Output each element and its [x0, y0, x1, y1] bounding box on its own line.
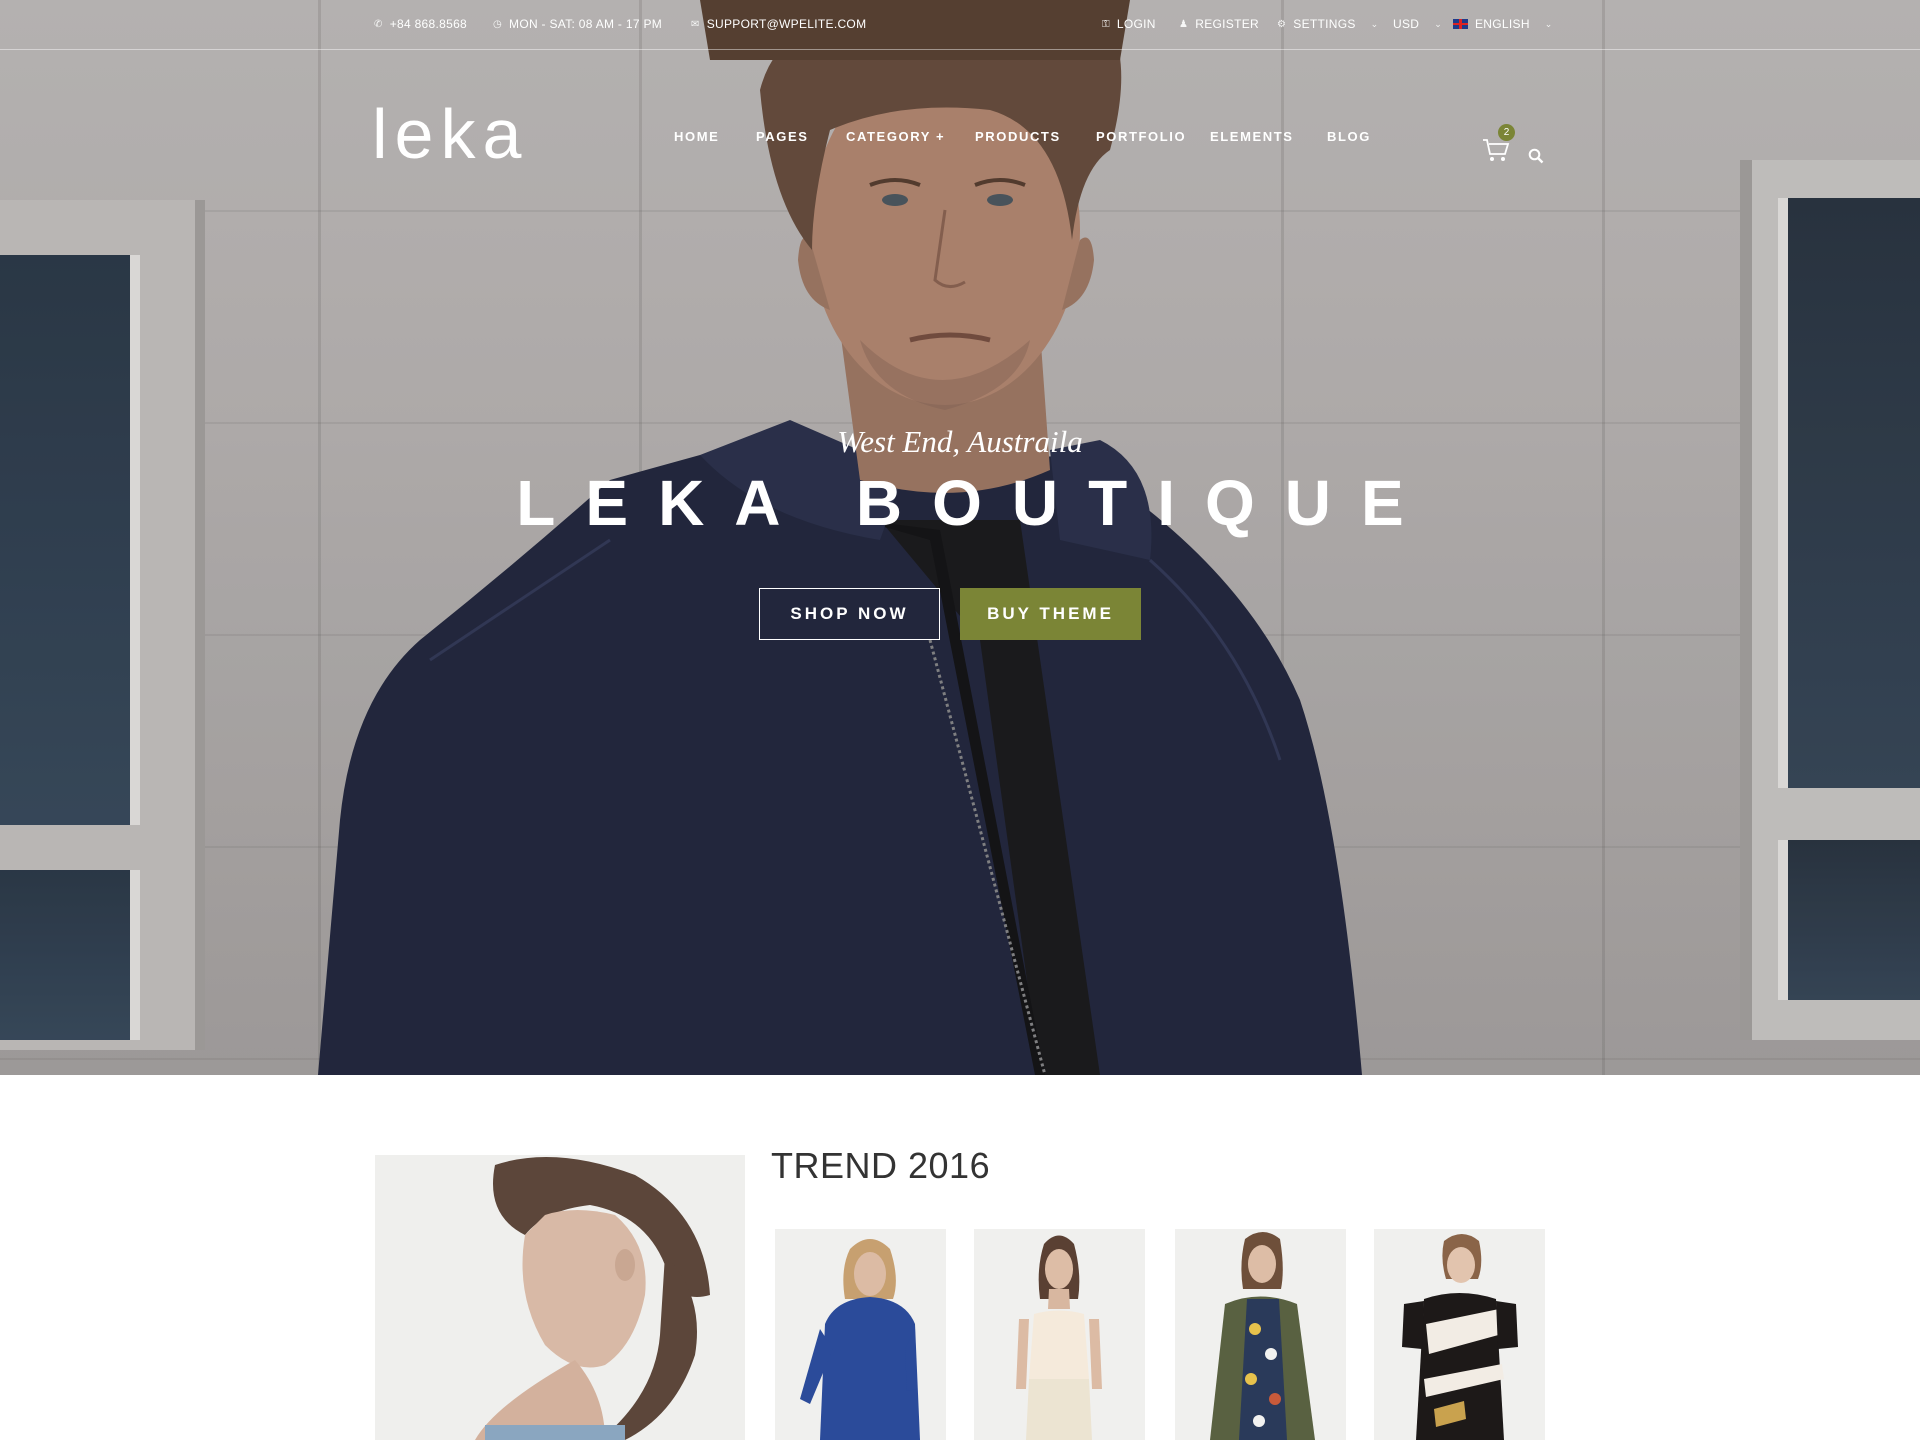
register-label[interactable]: REGISTER: [1195, 17, 1259, 31]
user-icon: ♟: [1179, 18, 1189, 30]
phone-number: +84 868.8568: [389, 17, 468, 31]
chevron-down-icon: ⌄: [1544, 18, 1553, 29]
nav-home[interactable]: HOME: [674, 129, 719, 144]
product-card[interactable]: [1374, 1229, 1545, 1440]
uk-flag-icon: [1453, 19, 1468, 29]
language-dropdown[interactable]: ENGLISH ⌄: [1453, 17, 1553, 31]
settings-dropdown[interactable]: ⚙ SETTINGS ⌄: [1277, 17, 1379, 31]
nav-category[interactable]: CATEGORY +: [846, 129, 945, 144]
support-email[interactable]: SUPPORT@WPELITE.COM: [707, 17, 867, 31]
envelope-icon: ✉: [691, 18, 700, 30]
trend-feature-image[interactable]: [375, 1155, 745, 1440]
settings-label[interactable]: SETTINGS: [1293, 17, 1355, 31]
nav-blog[interactable]: BLOG: [1327, 129, 1371, 144]
currency-label[interactable]: USD: [1393, 17, 1419, 31]
hero-title: LEKA BOUTIQUE: [516, 467, 1434, 539]
trend-title: TREND 2016: [771, 1145, 991, 1186]
chevron-down-icon: ⌄: [1370, 18, 1379, 29]
site-logo[interactable]: leka: [372, 94, 528, 174]
email-info[interactable]: ✉ SUPPORT@WPELITE.COM: [691, 17, 866, 31]
buy-theme-button[interactable]: BUY THEME: [960, 588, 1141, 640]
product-image: [1175, 1229, 1346, 1440]
chevron-down-icon: ⌄: [1434, 18, 1443, 29]
hours-info: ◷ MON - SAT: 08 AM - 17 PM: [493, 17, 662, 31]
shop-now-button[interactable]: SHOP NOW: [759, 588, 940, 640]
clock-icon: ◷: [493, 18, 503, 30]
product-image: [775, 1229, 946, 1440]
product-image: [974, 1229, 1145, 1440]
phone-info: ✆ +84 868.8568: [374, 17, 467, 31]
opening-hours: MON - SAT: 08 AM - 17 PM: [509, 17, 663, 31]
gear-icon: ⚙: [1277, 18, 1287, 30]
login-link[interactable]: ⚿ LOGIN: [1102, 17, 1156, 31]
cart-count-badge: 2: [1498, 124, 1515, 141]
login-label[interactable]: LOGIN: [1117, 17, 1156, 31]
hero-subtitle: West End, Austraila: [837, 424, 1083, 459]
nav-products[interactable]: PRODUCTS: [975, 129, 1061, 144]
currency-dropdown[interactable]: USD ⌄: [1393, 17, 1442, 31]
top-bar: ✆ +84 868.8568 ◷ MON - SAT: 08 AM - 17 P…: [0, 0, 1920, 50]
phone-icon: ✆: [374, 18, 383, 30]
product-image: [1374, 1229, 1545, 1440]
product-card[interactable]: [1175, 1229, 1346, 1440]
register-link[interactable]: ♟ REGISTER: [1179, 17, 1259, 31]
product-card[interactable]: [974, 1229, 1145, 1440]
key-icon: ⚿: [1102, 18, 1110, 30]
search-icon[interactable]: [1528, 148, 1544, 164]
nav-portfolio[interactable]: PORTFOLIO: [1096, 129, 1186, 144]
feature-model-photo: [375, 1155, 745, 1440]
language-label[interactable]: ENGLISH: [1475, 17, 1530, 31]
nav-pages[interactable]: PAGES: [756, 129, 809, 144]
product-card[interactable]: [775, 1229, 946, 1440]
nav-elements[interactable]: ELEMENTS: [1210, 129, 1294, 144]
